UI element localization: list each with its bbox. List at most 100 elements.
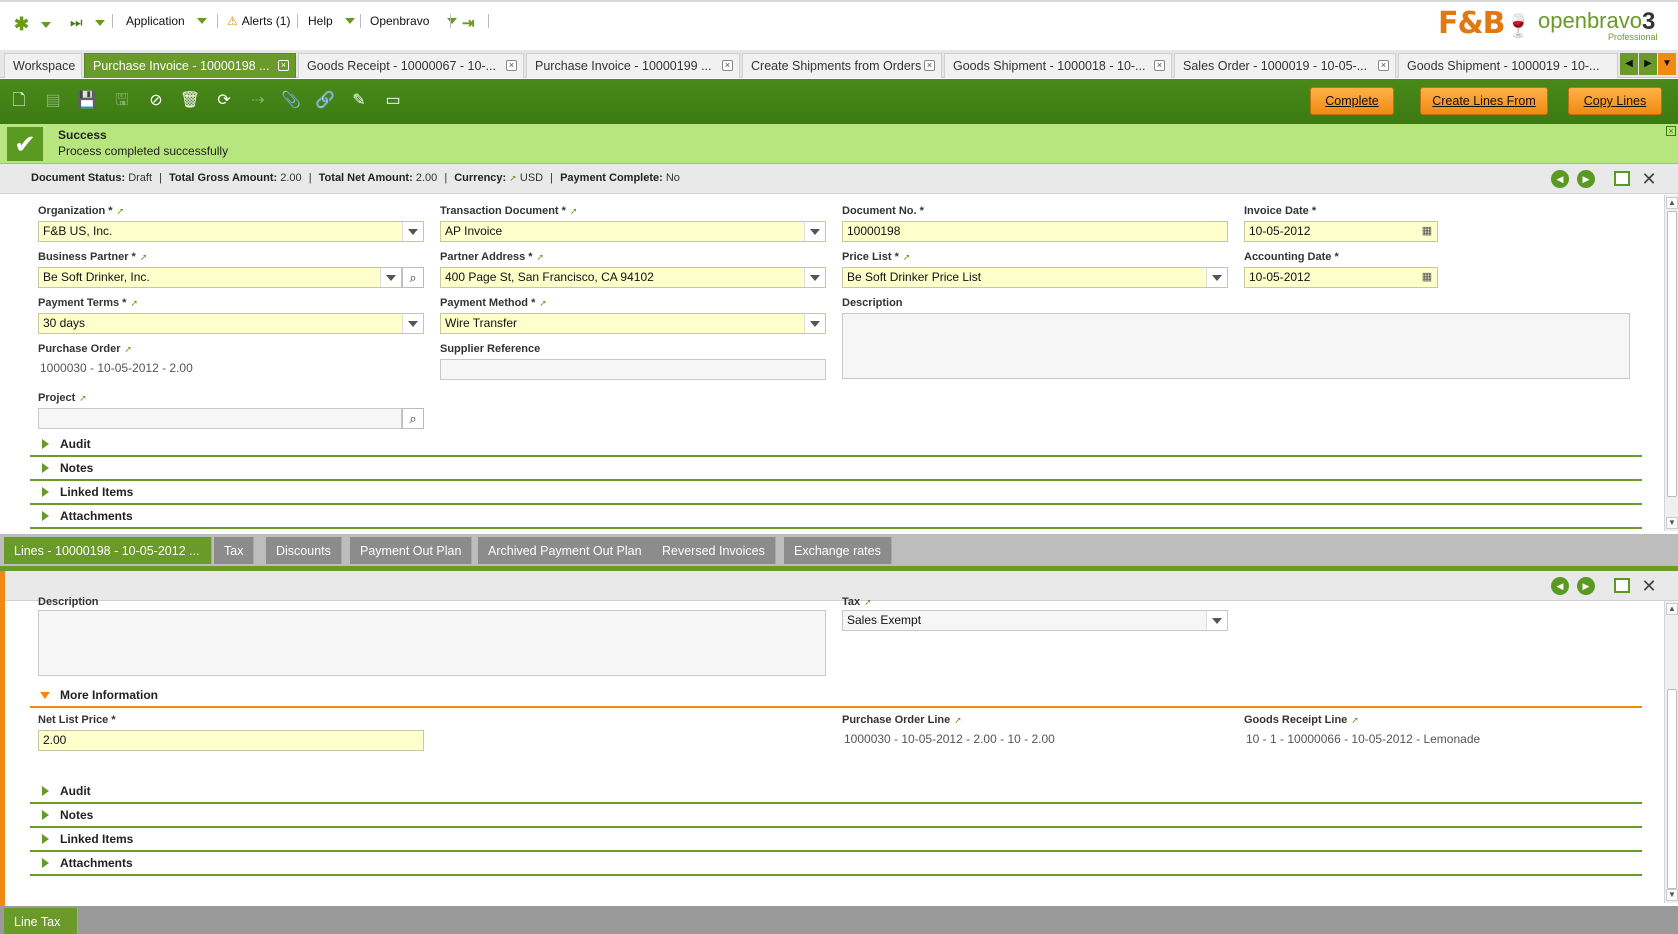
chevron-down-icon[interactable] bbox=[1206, 611, 1227, 630]
line-audit-section[interactable]: Audit bbox=[30, 780, 1642, 804]
net-list-price-field[interactable]: 2.00 bbox=[38, 730, 424, 751]
tab-tax[interactable]: Tax bbox=[214, 537, 255, 564]
supplier-reference-field[interactable] bbox=[440, 359, 826, 380]
close-icon[interactable]: × bbox=[278, 60, 289, 71]
header-scrollbar[interactable]: ▲ ▼ bbox=[1664, 195, 1678, 531]
tab-create-shipments[interactable]: Create Shipments from Orders × bbox=[742, 53, 942, 78]
chevron-down-icon[interactable] bbox=[804, 314, 825, 333]
grid-view-icon[interactable]: ▭ bbox=[382, 90, 404, 112]
complete-button[interactable]: Complete bbox=[1310, 87, 1394, 115]
tab-purchase-invoice-10000199[interactable]: Purchase Invoice - 10000199 ... × bbox=[526, 53, 740, 78]
export-icon[interactable]: ⇢ bbox=[247, 90, 269, 112]
tab-scroll-right-button[interactable]: ▶ bbox=[1639, 53, 1657, 75]
search-icon[interactable]: ⌕ bbox=[402, 408, 424, 429]
tab-archived-payment-out-plan[interactable]: Archived Payment Out Plan bbox=[478, 537, 653, 564]
scroll-down-icon[interactable]: ▼ bbox=[1666, 889, 1678, 901]
scroll-up-icon[interactable]: ▲ bbox=[1666, 603, 1678, 615]
line-attachments-section[interactable]: Attachments bbox=[30, 852, 1642, 876]
delete-icon[interactable]: 🗑 bbox=[179, 90, 201, 112]
partner-address-select[interactable]: 400 Page St, San Francisco, CA 94102 bbox=[440, 267, 826, 288]
calendar-icon[interactable]: ▦ bbox=[1418, 269, 1436, 286]
transaction-document-select[interactable]: AP Invoice bbox=[440, 221, 826, 242]
document-no-field[interactable]: 10000198 bbox=[842, 221, 1228, 242]
payment-terms-select[interactable]: 30 days bbox=[38, 313, 424, 334]
close-icon[interactable]: × bbox=[1378, 60, 1389, 71]
chevron-down-icon[interactable] bbox=[402, 314, 423, 333]
close-form-button[interactable]: ✕ bbox=[1640, 170, 1658, 188]
attachments-section[interactable]: Attachments bbox=[30, 505, 1642, 529]
recent-views-button[interactable]: ⏭ bbox=[70, 14, 105, 31]
close-icon[interactable]: × bbox=[722, 60, 733, 71]
maximize-button[interactable] bbox=[1614, 578, 1630, 593]
business-partner-select[interactable]: Be Soft Drinker, Inc. bbox=[38, 267, 402, 288]
quick-launch-button[interactable]: ✱ bbox=[14, 14, 52, 35]
search-icon[interactable]: ⌕ bbox=[402, 267, 424, 288]
scroll-up-icon[interactable]: ▲ bbox=[1666, 197, 1678, 209]
tab-reversed-invoices[interactable]: Reversed Invoices bbox=[652, 537, 776, 564]
link-icon[interactable]: 🔗 bbox=[314, 90, 336, 112]
scroll-thumb[interactable] bbox=[1667, 689, 1677, 889]
logout-button[interactable]: ⇥ bbox=[462, 14, 475, 32]
previous-record-button[interactable]: ◀ bbox=[1551, 577, 1569, 595]
tab-purchase-invoice-10000198[interactable]: Purchase Invoice - 10000198 ... × bbox=[84, 53, 296, 78]
new-document-icon[interactable]: 🗋 bbox=[8, 90, 30, 112]
currency-value[interactable]: USD bbox=[520, 172, 543, 184]
price-list-select[interactable]: Be Soft Drinker Price List bbox=[842, 267, 1228, 288]
tax-select[interactable]: Sales Exempt bbox=[842, 610, 1228, 631]
close-icon[interactable]: × bbox=[1154, 60, 1165, 71]
close-icon[interactable]: × bbox=[506, 60, 517, 71]
cancel-icon[interactable]: ⊘ bbox=[145, 90, 167, 112]
chevron-down-icon[interactable] bbox=[380, 268, 401, 287]
line-description-textarea[interactable] bbox=[38, 610, 826, 676]
copy-lines-button[interactable]: Copy Lines bbox=[1568, 87, 1662, 115]
previous-record-button[interactable]: ◀ bbox=[1551, 170, 1569, 188]
attachment-icon[interactable]: 📎 bbox=[280, 90, 302, 112]
alerts-link[interactable]: ⚠ Alerts (1) bbox=[227, 14, 290, 28]
tab-sales-order-1000019[interactable]: Sales Order - 1000019 - 10-05-... × bbox=[1174, 53, 1396, 78]
tab-scroll-left-button[interactable]: ◀ bbox=[1620, 53, 1638, 75]
close-icon[interactable]: × bbox=[1666, 126, 1676, 136]
save-close-icon[interactable]: 🖫 bbox=[111, 90, 133, 112]
chevron-down-icon[interactable] bbox=[402, 222, 423, 241]
application-menu[interactable]: Application bbox=[126, 14, 207, 28]
chevron-down-icon[interactable] bbox=[804, 268, 825, 287]
tab-discounts[interactable]: Discounts bbox=[266, 537, 342, 564]
calendar-icon[interactable]: ▦ bbox=[1418, 223, 1436, 240]
save-icon[interactable]: 💾 bbox=[76, 90, 98, 112]
tab-workspace[interactable]: Workspace bbox=[4, 53, 82, 78]
audit-trail-icon[interactable]: ✎ bbox=[348, 90, 370, 112]
tab-list-menu-button[interactable]: ▼ bbox=[1658, 53, 1676, 75]
organization-select[interactable]: F&B US, Inc. bbox=[38, 221, 424, 242]
linked-items-section[interactable]: Linked Items bbox=[30, 481, 1642, 505]
tab-goods-shipment-1000018[interactable]: Goods Shipment - 1000018 - 10-... × bbox=[944, 53, 1172, 78]
tab-exchange-rates[interactable]: Exchange rates bbox=[784, 537, 892, 564]
help-menu[interactable]: Help bbox=[308, 14, 355, 28]
tab-lines[interactable]: Lines - 10000198 - 10-05-2012 ... bbox=[4, 537, 212, 564]
maximize-button[interactable] bbox=[1614, 171, 1630, 186]
tab-goods-receipt-10000067[interactable]: Goods Receipt - 10000067 - 10-... × bbox=[298, 53, 524, 78]
user-menu[interactable]: Openbravo bbox=[370, 14, 458, 28]
tab-line-tax[interactable]: Line Tax bbox=[4, 908, 78, 934]
audit-section[interactable]: Audit bbox=[30, 433, 1642, 457]
line-notes-section[interactable]: Notes bbox=[30, 804, 1642, 828]
new-row-icon[interactable]: ▤ bbox=[42, 90, 64, 112]
tab-goods-shipment-1000019[interactable]: Goods Shipment - 1000019 - 10-... bbox=[1398, 53, 1618, 78]
create-lines-from-button[interactable]: Create Lines From bbox=[1420, 87, 1548, 115]
close-form-button[interactable]: ✕ bbox=[1640, 577, 1658, 595]
notes-section[interactable]: Notes bbox=[30, 457, 1642, 481]
lines-scrollbar[interactable]: ▲ ▼ bbox=[1664, 601, 1678, 903]
next-record-button[interactable]: ▶ bbox=[1577, 170, 1595, 188]
accounting-date-field[interactable]: 10-05-2012 ▦ bbox=[1244, 267, 1438, 288]
chevron-down-icon[interactable] bbox=[1206, 268, 1227, 287]
description-textarea[interactable] bbox=[842, 313, 1630, 379]
chevron-down-icon[interactable] bbox=[804, 222, 825, 241]
close-icon[interactable]: × bbox=[924, 60, 935, 71]
next-record-button[interactable]: ▶ bbox=[1577, 577, 1595, 595]
scroll-thumb[interactable] bbox=[1667, 211, 1677, 497]
scroll-down-icon[interactable]: ▼ bbox=[1666, 517, 1678, 529]
line-linked-items-section[interactable]: Linked Items bbox=[30, 828, 1642, 852]
tab-payment-out-plan[interactable]: Payment Out Plan bbox=[350, 537, 473, 564]
more-information-section[interactable]: More Information bbox=[30, 684, 1642, 708]
payment-method-select[interactable]: Wire Transfer bbox=[440, 313, 826, 334]
refresh-icon[interactable]: ⟳ bbox=[213, 90, 235, 112]
